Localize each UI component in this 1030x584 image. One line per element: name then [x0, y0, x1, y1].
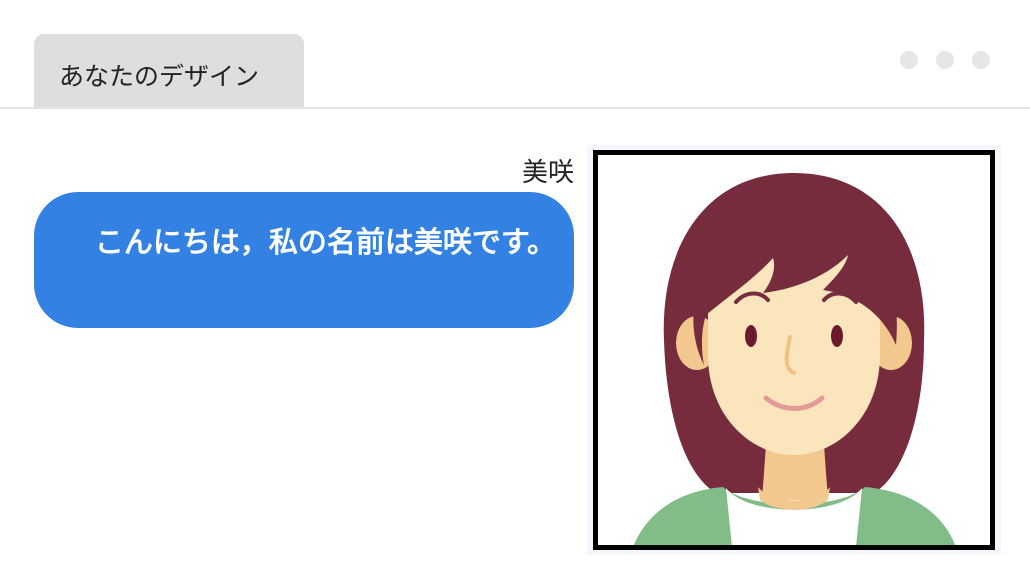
tab-divider	[0, 107, 1030, 109]
dot	[972, 51, 990, 69]
dot	[936, 51, 954, 69]
avatar	[593, 150, 995, 550]
woman-avatar-icon	[633, 173, 956, 545]
chat-bubble: こんにちは，私の名前は美咲です。	[34, 192, 574, 328]
dot	[900, 51, 918, 69]
tab-your-design[interactable]: あなたのデザイン	[34, 34, 304, 108]
sender-name: 美咲	[521, 158, 574, 188]
more-options-icon[interactable]	[900, 51, 990, 69]
